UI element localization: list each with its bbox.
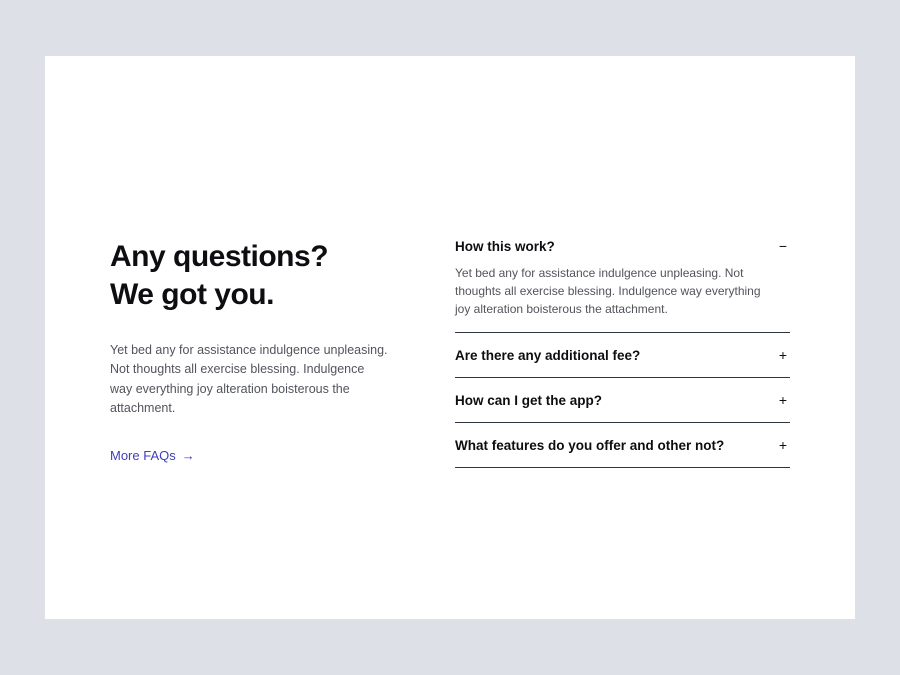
faq-list-column: How this work? − Yet bed any for assista… [455, 238, 790, 549]
faq-item: How can I get the app? + [455, 378, 790, 423]
faq-item: What features do you offer and other not… [455, 423, 790, 468]
faq-item: Are there any additional fee? + [455, 333, 790, 378]
arrow-right-icon: → [182, 448, 195, 463]
heading-line-1: Any questions? [110, 240, 328, 273]
faq-card: Any questions? We got you. Yet bed any f… [45, 56, 855, 619]
more-faqs-link[interactable]: More FAQs → [110, 448, 195, 463]
faq-question: How can I get the app? [455, 393, 602, 408]
faq-item-header[interactable]: What features do you offer and other not… [455, 437, 790, 453]
faq-item-header[interactable]: How can I get the app? + [455, 392, 790, 408]
faq-question: What features do you offer and other not… [455, 438, 724, 453]
heading-line-2: We got you. [110, 278, 274, 311]
faq-description: Yet bed any for assistance indulgence un… [110, 341, 390, 419]
faq-intro-column: Any questions? We got you. Yet bed any f… [110, 238, 390, 549]
faq-item-header[interactable]: Are there any additional fee? + [455, 347, 790, 363]
faq-heading: Any questions? We got you. [110, 238, 390, 313]
more-faqs-label: More FAQs [110, 448, 176, 463]
faq-item-header[interactable]: How this work? − [455, 238, 790, 254]
minus-icon: − [776, 238, 790, 254]
faq-item: How this work? − Yet bed any for assista… [455, 238, 790, 333]
faq-answer: Yet bed any for assistance indulgence un… [455, 264, 790, 318]
faq-question: Are there any additional fee? [455, 348, 640, 363]
plus-icon: + [776, 347, 790, 363]
plus-icon: + [776, 437, 790, 453]
plus-icon: + [776, 392, 790, 408]
faq-question: How this work? [455, 239, 555, 254]
